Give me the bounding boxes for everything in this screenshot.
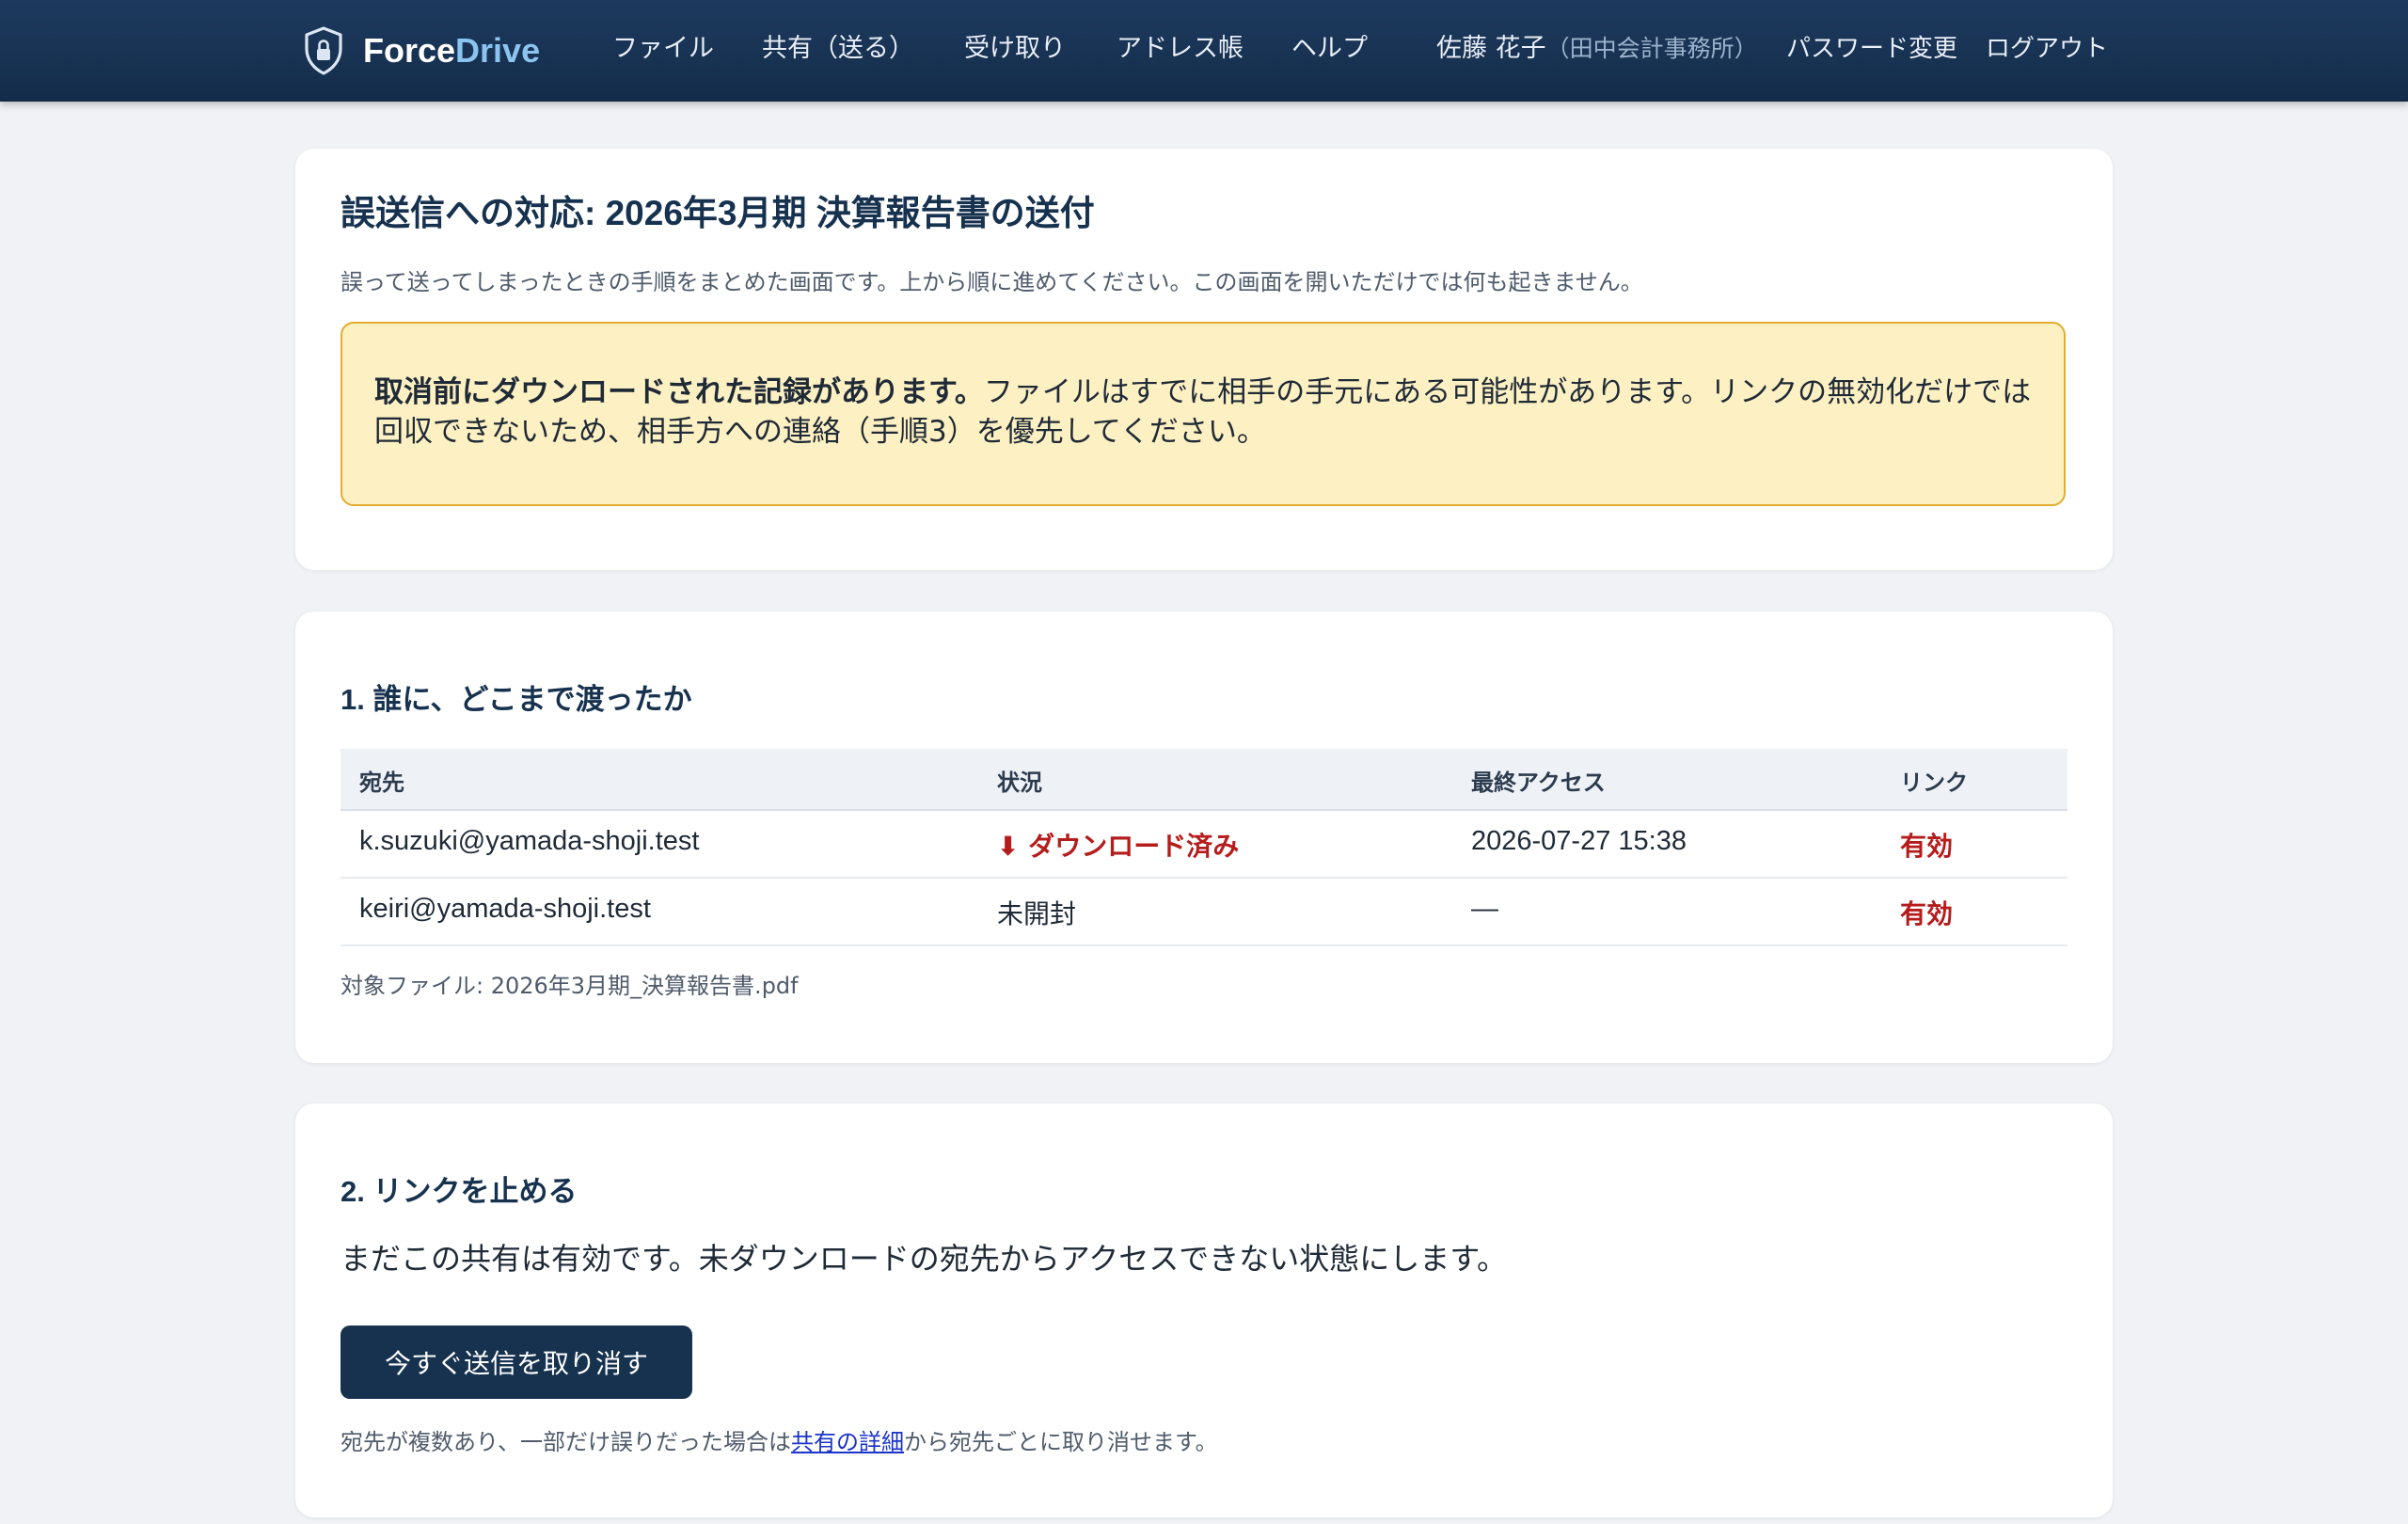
incident-summary-card: 誤送信への対応: 2026年3月期 決算報告書の送付 誤って送ってしまったときの…: [295, 149, 2113, 570]
last-access-time: —: [1471, 894, 1498, 924]
link-status: 有効: [1900, 898, 1954, 929]
column-status: 状況: [997, 770, 1042, 796]
user-organization: （田中会計事務所）: [1545, 35, 1758, 62]
table-row: keiri@yamada-shoji.test 未開封 — 有効: [341, 879, 2067, 946]
brand-name-part1: Force: [363, 31, 456, 70]
recipient-table: 宛先 状況 最終アクセス リンク k.suzuki@yamada-shoji.t…: [341, 749, 2067, 946]
user-name: 佐藤 花子: [1436, 34, 1546, 63]
status-label: ダウンロード済み: [1028, 831, 1240, 862]
step2-heading: 2. リンクを止める: [341, 1175, 578, 1208]
top-navigation-bar: ForceDrive ファイル 共有（送る） 受け取り アドレス帳 ヘルプ 佐藤…: [0, 0, 2408, 102]
download-arrow-icon: ⬇: [997, 831, 1020, 862]
brand-name: ForceDrive: [363, 31, 540, 71]
download-warning-alert: 取消前にダウンロードされた記録があります。ファイルはすでに相手の手元にある可能性…: [341, 322, 2066, 506]
column-recipient: 宛先: [359, 770, 404, 796]
nav-receive[interactable]: 受け取り: [964, 30, 1066, 68]
step1-heading: 1. 誰に、どこまで渡ったか: [341, 683, 692, 716]
brand-name-part2: Drive: [455, 31, 541, 70]
recipient-email: keiri@yamada-shoji.test: [359, 894, 651, 924]
table-header: 宛先 状況 最終アクセス リンク: [341, 749, 2067, 811]
recipient-email: k.suzuki@yamada-shoji.test: [359, 826, 700, 856]
note-before: 宛先が複数あり、一部だけ誤りだった場合は: [341, 1429, 792, 1455]
nav-address-book[interactable]: アドレス帳: [1117, 30, 1244, 68]
page-intro: 誤って送ってしまったときの手順をまとめた画面です。上から順に進めてください。この…: [341, 269, 1643, 295]
nav-help[interactable]: ヘルプ: [1291, 30, 1368, 68]
column-last-access: 最終アクセス: [1471, 770, 1606, 796]
table-row: k.suzuki@yamada-shoji.test ⬇ ダウンロード済み 20…: [341, 811, 2067, 879]
logout-link[interactable]: ログアウト: [1986, 30, 2108, 68]
revoke-share-button[interactable]: 今すぐ送信を取り消す: [341, 1326, 692, 1399]
target-file-note: 対象ファイル: 2026年3月期_決算報告書.pdf: [341, 973, 799, 999]
link-status: 有効: [1900, 831, 1954, 862]
brand-logo[interactable]: ForceDrive: [303, 26, 540, 75]
partial-revoke-note: 宛先が複数あり、一部だけ誤りだった場合は共有の詳細から宛先ごとに取り消せます。: [341, 1423, 1218, 1456]
note-after: から宛先ごとに取り消せます。: [904, 1429, 1218, 1455]
step2-card: 2. リンクを止める まだこの共有は有効です。未ダウンロードの宛先からアクセスで…: [295, 1103, 2113, 1517]
share-details-link[interactable]: 共有の詳細: [791, 1429, 904, 1455]
nav-files[interactable]: ファイル: [612, 30, 714, 68]
last-access-time: 2026-07-27 15:38: [1471, 826, 1687, 856]
password-change-link[interactable]: パスワード変更: [1786, 30, 1957, 68]
shield-lock-icon: [305, 26, 342, 75]
step2-description: まだこの共有は有効です。未ダウンロードの宛先からアクセスできない状態にします。: [341, 1241, 1508, 1277]
nav-share-send[interactable]: 共有（送る）: [762, 30, 914, 68]
step1-card: 1. 誰に、どこまで渡ったか 宛先 状況 最終アクセス リンク k.suzuki…: [295, 611, 2113, 1063]
user-account[interactable]: 佐藤 花子（田中会計事務所）: [1436, 30, 1758, 68]
status-unopened: 未開封: [997, 898, 1077, 929]
column-link: リンク: [1900, 770, 1968, 796]
warning-headline: 取消前にダウンロードされた記録があります。: [374, 375, 984, 409]
page-title: 誤送信への対応: 2026年3月期 決算報告書の送付: [341, 194, 1095, 232]
status-downloaded: ⬇ ダウンロード済み: [997, 826, 1239, 864]
